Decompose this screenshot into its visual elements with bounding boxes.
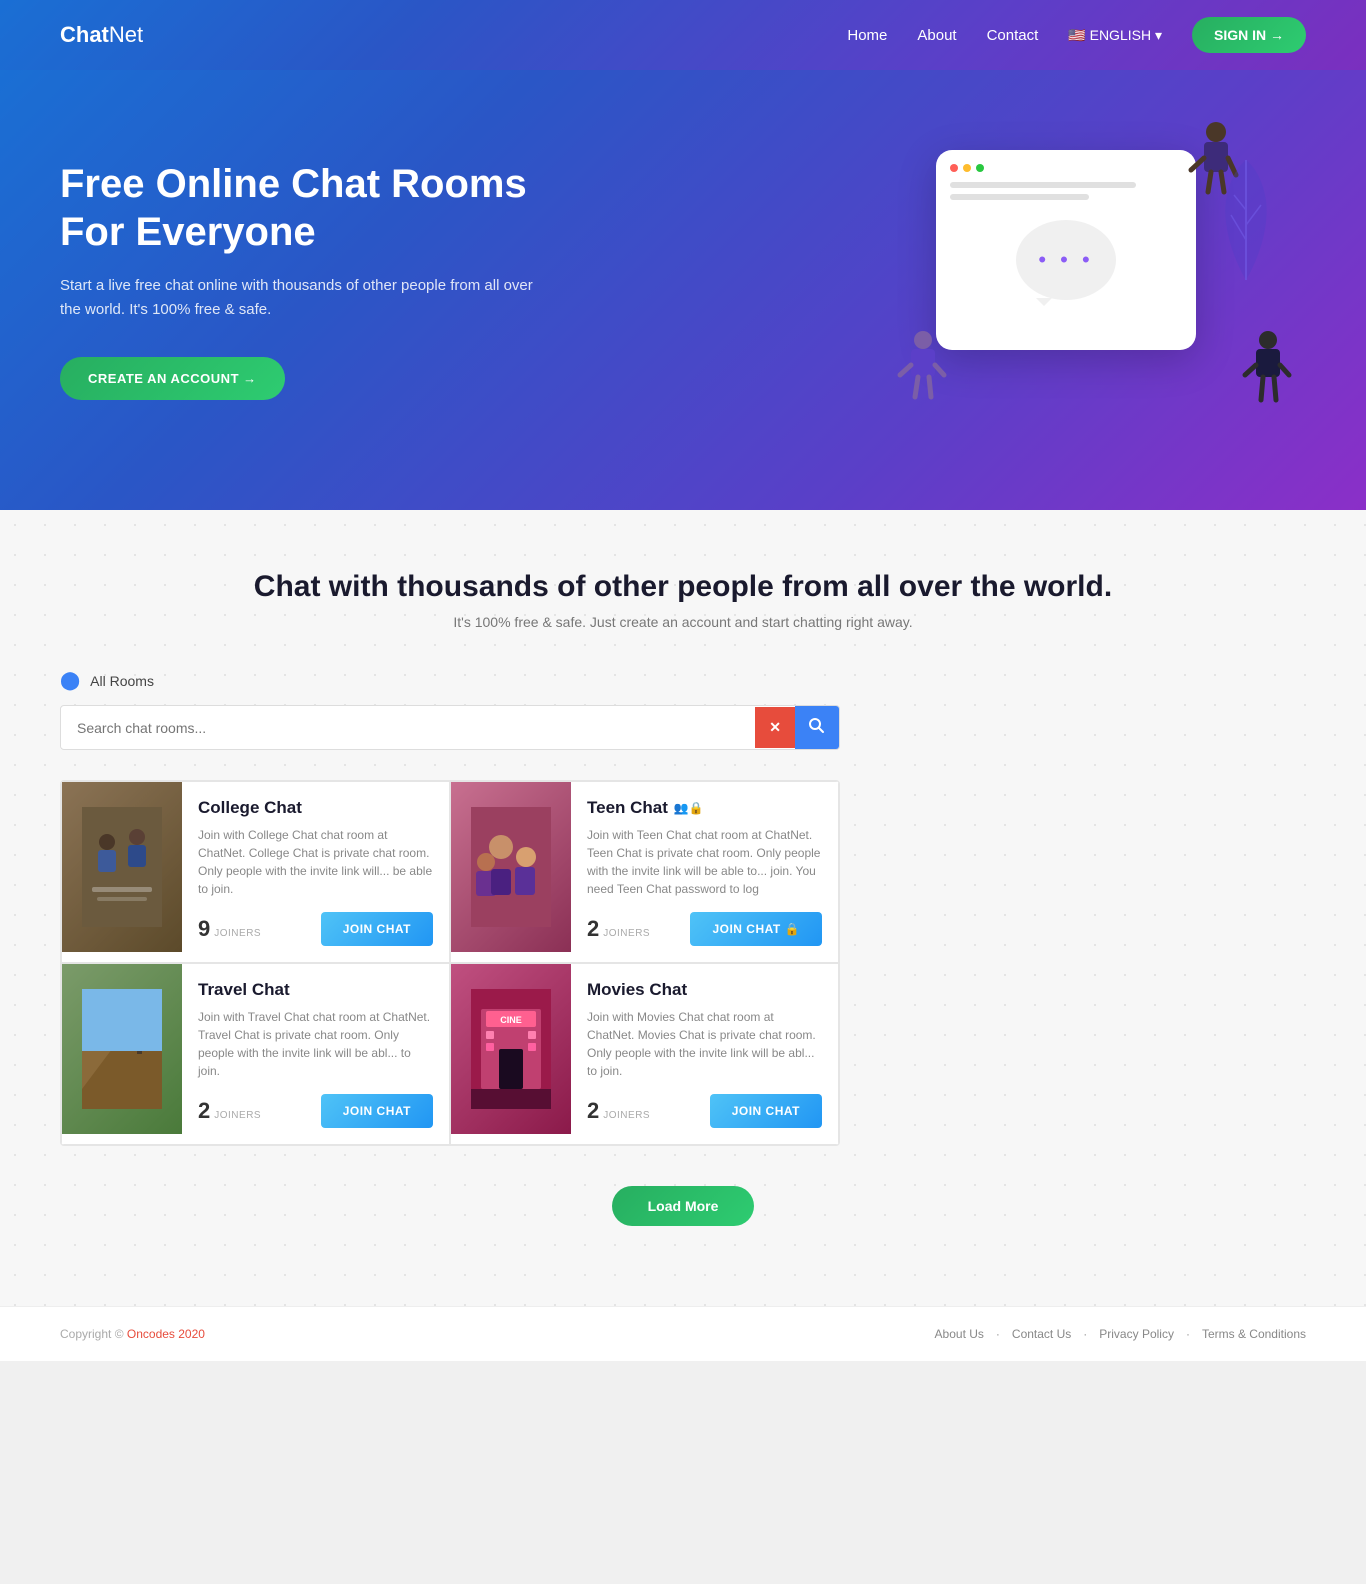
room-footer-college: 9 JOINERS JOIN CHAT: [198, 912, 433, 946]
joiners-movies: 2 JOINERS: [587, 1098, 650, 1124]
footer-divider-2: ·: [1083, 1327, 1087, 1341]
search-go-button[interactable]: [795, 706, 839, 749]
joiners-count-travel: 2: [198, 1098, 210, 1124]
join-button-movies[interactable]: JOIN CHAT: [710, 1094, 822, 1128]
load-more-row: Load More: [60, 1186, 1306, 1226]
nav-contact[interactable]: Contact: [987, 27, 1039, 44]
movies-image-svg: CINE: [471, 989, 551, 1109]
footer: Copyright © Oncodes 2020 About Us · Cont…: [0, 1306, 1366, 1361]
room-body-movies: Movies Chat Join with Movies Chat chat r…: [571, 964, 838, 1144]
join-button-college[interactable]: JOIN CHAT: [321, 912, 433, 946]
room-image-movies: CINE: [451, 964, 571, 1134]
hero-illustration: • • •: [886, 130, 1306, 430]
person-left: [896, 330, 951, 400]
room-title-movies: Movies Chat: [587, 980, 822, 1000]
footer-divider-3: ·: [1186, 1327, 1190, 1341]
room-card-travel-chat: Travel Chat Join with Travel Chat chat r…: [61, 963, 450, 1145]
room-desc-college: Join with College Chat chat room at Chat…: [198, 826, 433, 898]
hero-section: Free Online Chat Rooms For Everyone Star…: [0, 70, 1366, 510]
footer-link-terms[interactable]: Terms & Conditions: [1202, 1327, 1306, 1341]
teen-image-svg: [471, 807, 551, 927]
search-icon: [809, 718, 825, 734]
main-content: Chat with thousands of other people from…: [0, 510, 1366, 1306]
room-title-travel: Travel Chat: [198, 980, 433, 1000]
footer-copyright: Copyright © Oncodes 2020: [60, 1327, 205, 1341]
search-input[interactable]: [61, 708, 755, 748]
room-desc-teen: Join with Teen Chat chat room at ChatNet…: [587, 826, 822, 898]
search-clear-button[interactable]: ✕: [755, 707, 795, 748]
window-dots: [950, 164, 1182, 172]
travel-image-svg: [82, 989, 162, 1109]
hero-title: Free Online Chat Rooms For Everyone: [60, 160, 540, 256]
room-body-college: College Chat Join with College Chat chat…: [182, 782, 449, 962]
nav-home[interactable]: Home: [847, 27, 887, 44]
joiners-count-college: 9: [198, 916, 210, 942]
footer-divider-1: ·: [996, 1327, 1000, 1341]
nav-about[interactable]: About: [917, 27, 956, 44]
filter-row: ⬤ All Rooms: [60, 670, 1306, 691]
dot-red: [950, 164, 958, 172]
room-body-teen: Teen Chat 👥🔒 Join with Teen Chat chat ro…: [571, 782, 838, 962]
footer-link-privacy[interactable]: Privacy Policy: [1099, 1327, 1174, 1341]
dot-yellow: [963, 164, 971, 172]
joiners-label-teen: JOINERS: [603, 928, 650, 939]
load-more-button[interactable]: Load More: [612, 1186, 755, 1226]
chat-bubble-dots: • • •: [1038, 247, 1093, 273]
joiners-label-college: JOINERS: [214, 928, 261, 939]
join-button-travel[interactable]: JOIN CHAT: [321, 1094, 433, 1128]
room-title-teen: Teen Chat 👥🔒: [587, 798, 822, 818]
footer-link-contact[interactable]: Contact Us: [1012, 1327, 1071, 1341]
filter-label[interactable]: All Rooms: [90, 673, 154, 689]
svg-text:CINE: CINE: [500, 1015, 522, 1025]
room-image-travel: [62, 964, 182, 1134]
nav-language[interactable]: 🇺🇸 ENGLISH ▾: [1068, 27, 1162, 44]
room-desc-travel: Join with Travel Chat chat room at ChatN…: [198, 1008, 433, 1080]
filter-icon: ⬤: [60, 670, 80, 691]
room-footer-teen: 2 JOINERS JOIN CHAT 🔒: [587, 912, 822, 946]
dot-green: [976, 164, 984, 172]
chat-bubble: • • •: [1016, 220, 1116, 300]
section-title: Chat with thousands of other people from…: [60, 570, 1306, 604]
joiners-teen: 2 JOINERS: [587, 916, 650, 942]
header: ChatNet Home About Contact 🇺🇸 ENGLISH ▾ …: [0, 0, 1366, 70]
college-image-svg: [82, 807, 162, 927]
footer-link-about[interactable]: About Us: [935, 1327, 984, 1341]
section-subtitle: It's 100% free & safe. Just create an ac…: [60, 614, 1306, 630]
room-footer-travel: 2 JOINERS JOIN CHAT: [198, 1094, 433, 1128]
joiners-count-teen: 2: [587, 916, 599, 942]
room-desc-movies: Join with Movies Chat chat room at ChatN…: [587, 1008, 822, 1080]
room-image-college: [62, 782, 182, 952]
joiners-count-movies: 2: [587, 1098, 599, 1124]
main-nav: Home About Contact 🇺🇸 ENGLISH ▾ SIGN IN …: [847, 17, 1306, 53]
hero-subtitle: Start a live free chat online with thous…: [60, 274, 540, 322]
room-card-college-chat: College Chat Join with College Chat chat…: [61, 781, 450, 963]
joiners-label-movies: JOINERS: [603, 1110, 650, 1121]
leaf-decoration: [1216, 160, 1276, 280]
room-title-college: College Chat: [198, 798, 433, 818]
room-body-travel: Travel Chat Join with Travel Chat chat r…: [182, 964, 449, 1144]
text-line-2: [950, 194, 1089, 200]
logo: ChatNet: [60, 22, 143, 48]
hero-text: Free Online Chat Rooms For Everyone Star…: [60, 160, 540, 400]
joiners-college: 9 JOINERS: [198, 916, 261, 942]
footer-links: About Us · Contact Us · Privacy Policy ·…: [935, 1327, 1306, 1341]
room-footer-movies: 2 JOINERS JOIN CHAT: [587, 1094, 822, 1128]
joiners-travel: 2 JOINERS: [198, 1098, 261, 1124]
joiners-label-travel: JOINERS: [214, 1110, 261, 1121]
room-image-teen: [451, 782, 571, 952]
footer-brand-link[interactable]: Oncodes 2020: [127, 1327, 205, 1341]
create-account-button[interactable]: CREATE AN ACCOUNT →: [60, 357, 285, 400]
text-line-1: [950, 182, 1136, 188]
search-bar: ✕: [60, 705, 840, 750]
rooms-grid: College Chat Join with College Chat chat…: [60, 780, 840, 1146]
room-card-teen-chat: Teen Chat 👥🔒 Join with Teen Chat chat ro…: [450, 781, 839, 963]
chat-window-illustration: • • •: [936, 150, 1196, 350]
join-button-teen[interactable]: JOIN CHAT 🔒: [690, 912, 822, 946]
sign-in-button[interactable]: SIGN IN →: [1192, 17, 1306, 53]
person-right: [1241, 330, 1296, 410]
teen-private-badge: 👥🔒: [674, 801, 704, 815]
room-card-movies-chat: CINE Movies Chat Join with Movies Chat c…: [450, 963, 839, 1145]
